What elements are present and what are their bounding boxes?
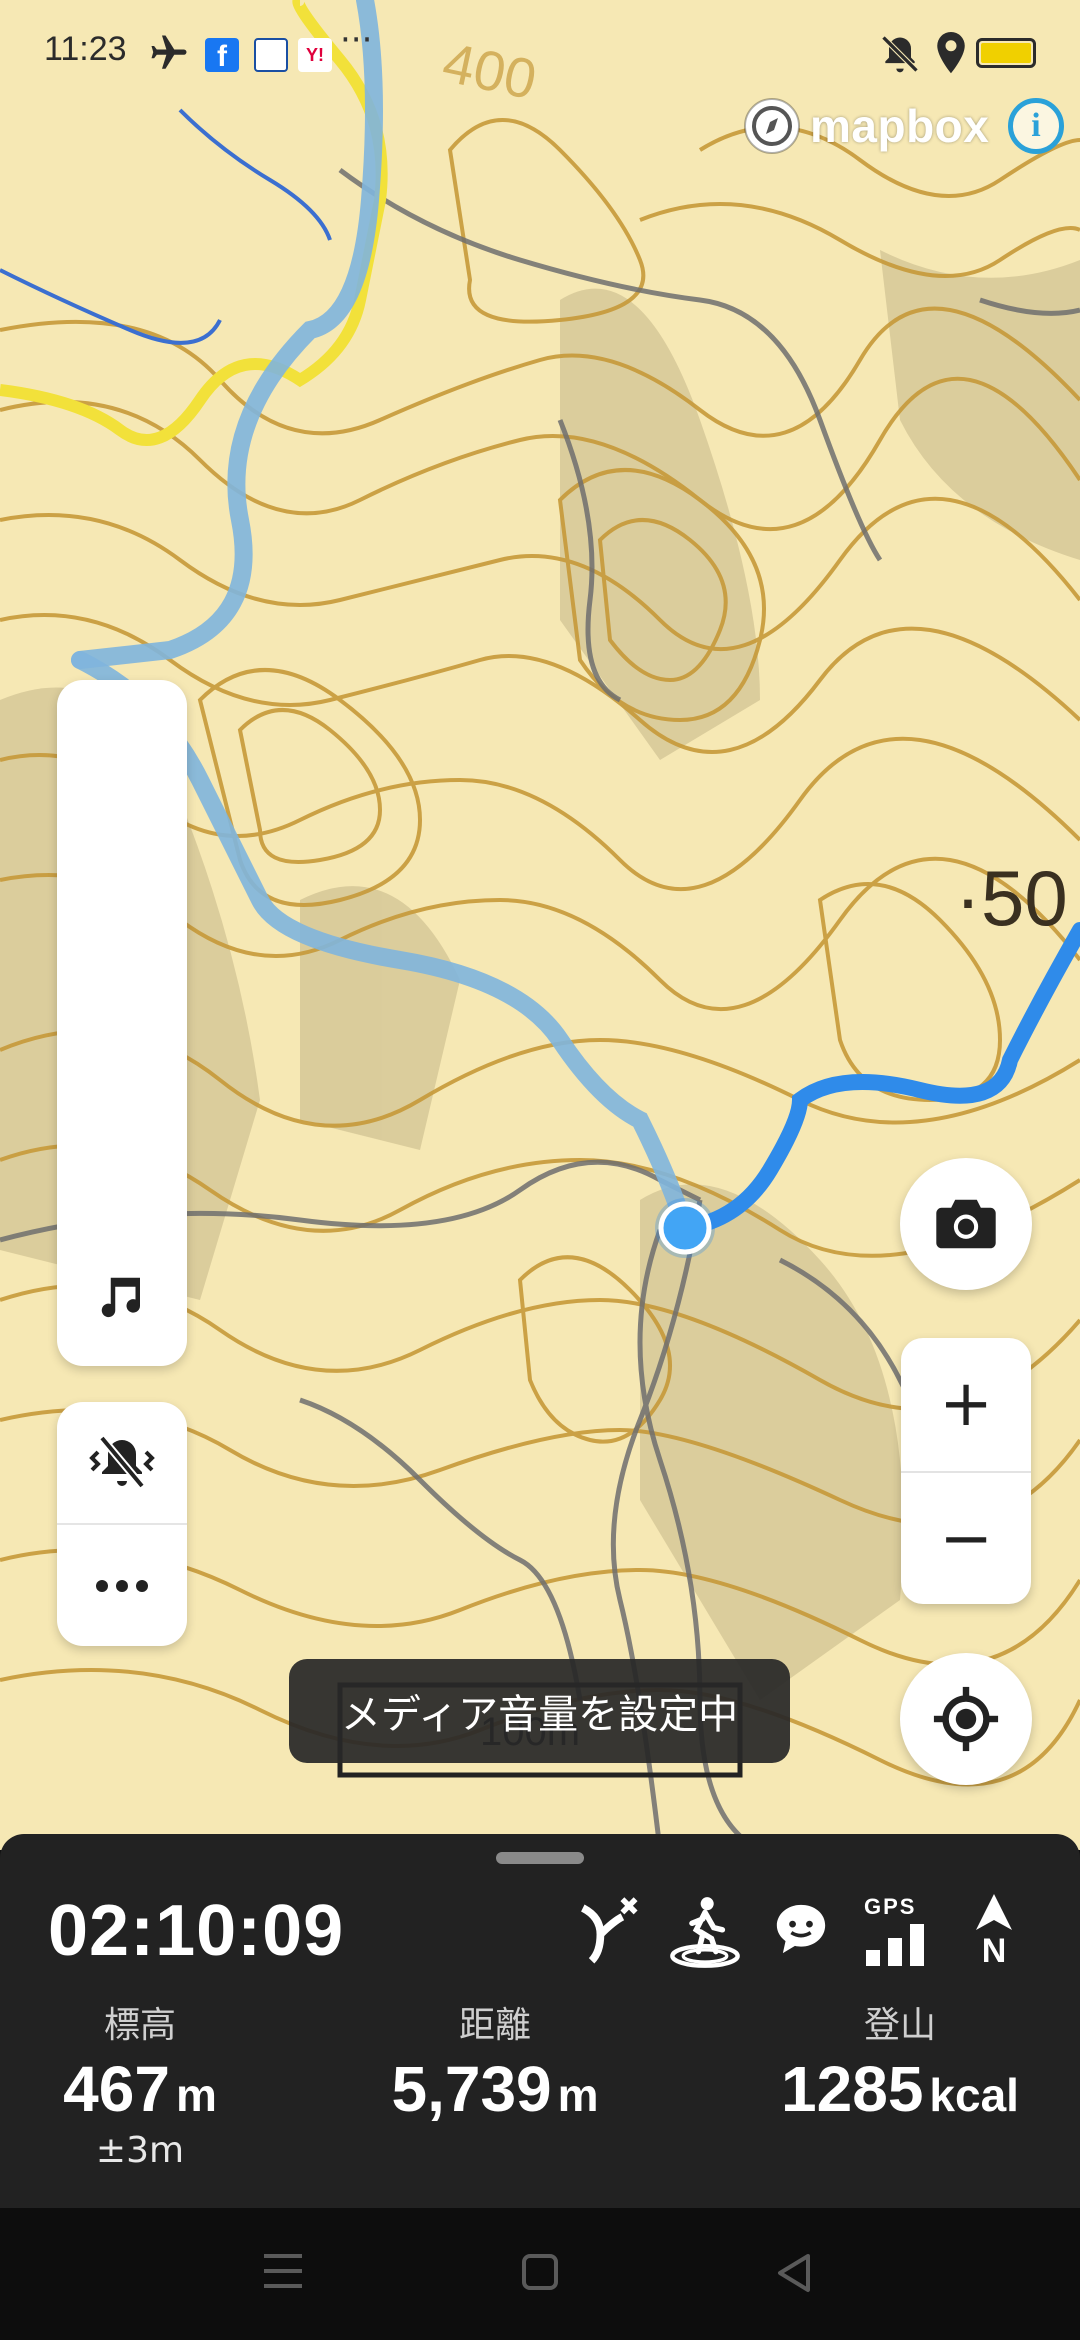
- back-icon[interactable]: [774, 2252, 814, 2294]
- drag-handle[interactable]: [496, 1852, 584, 1864]
- stat-label: 標高: [103, 2005, 176, 2046]
- north-icon[interactable]: N: [972, 1894, 1016, 1968]
- facebook-icon: f: [205, 38, 239, 73]
- sound-control-panel: [57, 1402, 187, 1646]
- stat-accuracy: ±3m: [95, 2130, 185, 2171]
- status-time: 11:23: [44, 30, 127, 68]
- status-bar: 11:23 f Y! ···: [0, 0, 1080, 110]
- mute-icon: [881, 35, 919, 73]
- more-options-button[interactable]: [57, 1526, 187, 1646]
- navigation-bar: [0, 2208, 1080, 2340]
- trail-icon[interactable]: [574, 1894, 640, 1966]
- zoom-controls: + −: [901, 1338, 1031, 1604]
- stat-unit: m: [557, 2069, 599, 2121]
- zoom-out-button[interactable]: −: [901, 1473, 1031, 1605]
- camera-icon: [936, 1199, 996, 1249]
- stat-label: 登山: [863, 2005, 936, 2046]
- stat-distance: 距離 5,739 m: [375, 1996, 615, 2126]
- volume-toast: メディア音量を設定中: [289, 1659, 790, 1763]
- stat-elevation: 標高 467 m ±3m: [40, 1996, 240, 2171]
- divider: [57, 1523, 187, 1525]
- camera-button[interactable]: [900, 1158, 1032, 1290]
- location-icon: [937, 32, 965, 74]
- yahoo-icon: Y!: [298, 38, 332, 72]
- stat-label: 距離: [458, 2005, 531, 2046]
- news-app-icon: [254, 38, 288, 72]
- vibrate-toggle-button[interactable]: [57, 1402, 187, 1522]
- north-arrow-icon: [976, 1894, 1012, 1930]
- volume-panel[interactable]: [57, 680, 187, 1366]
- battery-icon: [976, 38, 1036, 68]
- stat-value: 5,739: [391, 2053, 552, 2125]
- stat-value: 1285: [781, 2053, 924, 2125]
- walker-icon[interactable]: [668, 1894, 742, 1970]
- more-notifications-icon: ···: [340, 20, 373, 60]
- my-location-icon: [933, 1686, 999, 1752]
- mapbox-label: mapbox: [810, 100, 990, 152]
- gps-signal-icon[interactable]: GPS: [864, 1894, 936, 1970]
- signal-bars-icon: [866, 1924, 924, 1966]
- contour-label-50: ·50: [955, 854, 1068, 942]
- stat-unit: m: [175, 2069, 217, 2121]
- attribution-info-button[interactable]: i: [1008, 98, 1064, 154]
- airplane-icon: [151, 35, 187, 69]
- home-icon[interactable]: [520, 2252, 560, 2292]
- bottom-sheet[interactable]: 02:10:09 GPS N 標高 467 m ±3m 距離 5,739 m 登…: [0, 1834, 1080, 2208]
- more-horizontal-icon: [96, 1580, 148, 1592]
- status-icons: GPS N: [0, 1894, 1080, 1974]
- mapbox-logo-icon: [744, 98, 800, 154]
- mapbox-logo: mapbox: [742, 95, 989, 157]
- stat-value: 467: [63, 2053, 170, 2125]
- chat-icon[interactable]: [772, 1900, 830, 1958]
- zoom-in-button[interactable]: +: [901, 1338, 1031, 1470]
- vibrate-off-icon: [89, 1435, 155, 1489]
- menu-icon[interactable]: [262, 2252, 304, 2290]
- my-location-button[interactable]: [900, 1653, 1032, 1785]
- music-note-icon: [101, 1277, 140, 1318]
- stat-unit: kcal: [929, 2069, 1019, 2121]
- current-location-marker: [658, 1201, 712, 1255]
- stat-calories: 登山 1285 kcal: [760, 1996, 1040, 2126]
